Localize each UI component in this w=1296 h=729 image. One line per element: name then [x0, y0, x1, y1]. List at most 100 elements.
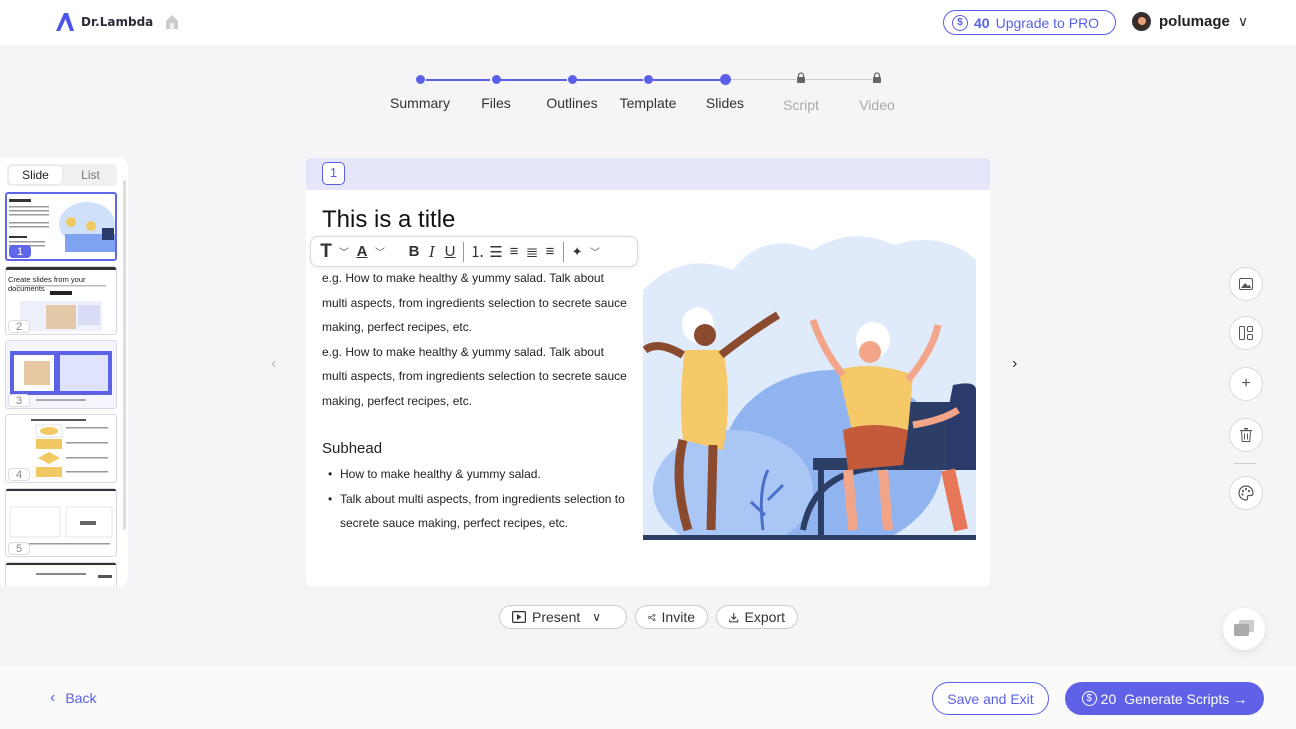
- top-bar: Dr.Lambda $ 40 Upgrade to PRO polumage ∨: [0, 0, 1296, 45]
- step-label: Outlines: [546, 95, 598, 111]
- avatar: [1132, 12, 1151, 31]
- view-toggle: Slide List: [7, 164, 117, 186]
- step-label: Script: [783, 97, 819, 113]
- invite-button[interactable]: Invite: [635, 605, 708, 629]
- slide-thumbnail-6[interactable]: [5, 562, 117, 586]
- step-label: Video: [859, 97, 895, 113]
- thumbnail-number: 4: [8, 468, 30, 481]
- step-slides[interactable]: Slides: [685, 66, 765, 111]
- back-button[interactable]: ‹ Back: [50, 689, 96, 707]
- chevron-down-icon: ∨: [592, 610, 602, 624]
- thumbnail-number: 1: [9, 245, 31, 258]
- share-icon: [648, 613, 656, 621]
- slide-number-badge: 1: [322, 162, 345, 185]
- upgrade-label: Upgrade to PRO: [995, 14, 1100, 31]
- bullet-list[interactable]: How to make healthy & yummy salad. Talk …: [328, 462, 628, 536]
- slide-title[interactable]: This is a title: [322, 206, 455, 234]
- slide-thumbnail-5[interactable]: 5: [5, 488, 117, 557]
- text-style-icon[interactable]: T: [319, 241, 333, 263]
- slide-thumbnail-2[interactable]: Create slides from your documents 2: [5, 266, 117, 335]
- next-slide-icon[interactable]: ›: [1012, 355, 1017, 373]
- slide-thumbnail-3[interactable]: 3: [5, 340, 117, 409]
- bullet-list-icon[interactable]: ☰: [489, 243, 503, 261]
- step-label: Template: [619, 95, 677, 111]
- font-color-icon[interactable]: A: [355, 243, 369, 260]
- numbered-list-icon[interactable]: ⒈: [470, 241, 485, 262]
- plus-icon: +: [1241, 375, 1251, 392]
- align-left-icon[interactable]: ≡: [543, 243, 557, 260]
- coin-icon: $: [1081, 691, 1097, 706]
- paragraph: e.g. How to make healthy & yummy salad. …: [322, 344, 627, 408]
- step-outlines[interactable]: Outlines: [532, 66, 612, 111]
- slide-body[interactable]: e.g. How to make healthy & yummy salad. …: [322, 266, 632, 414]
- coin-icon: $: [952, 14, 968, 31]
- user-menu[interactable]: polumage ∨: [1132, 12, 1248, 31]
- step-dot: [643, 75, 653, 84]
- invite-label: Invite: [661, 609, 695, 625]
- step-dot: [415, 75, 425, 84]
- step-label: Slides: [705, 95, 745, 111]
- step-label: Summary: [390, 95, 450, 111]
- progress-stepper: Summary Files Outlines Template Slides S…: [0, 66, 1296, 126]
- insert-image-button[interactable]: [1229, 267, 1263, 301]
- step-label: Files: [481, 95, 511, 111]
- step-dot: [567, 75, 577, 84]
- chevron-left-icon: ‹: [50, 689, 56, 706]
- previous-slide-icon[interactable]: ‹: [271, 355, 276, 373]
- palette-icon: [1238, 485, 1254, 501]
- slide-subhead[interactable]: Subhead: [322, 440, 382, 457]
- delete-slide-button[interactable]: [1229, 418, 1263, 452]
- credits-count: 40: [974, 14, 990, 31]
- chevron-down-icon[interactable]: ﹀: [337, 244, 351, 259]
- slide-thumbnail-1[interactable]: 1: [5, 192, 117, 261]
- slide-illustration[interactable]: [643, 230, 976, 540]
- chevron-down-icon: ∨: [1237, 13, 1249, 29]
- download-icon: [729, 612, 739, 622]
- step-summary[interactable]: Summary: [380, 66, 460, 111]
- bold-icon[interactable]: B: [407, 243, 421, 260]
- present-button[interactable]: Present ∨: [499, 605, 627, 629]
- layout-button[interactable]: [1229, 316, 1263, 350]
- ai-magic-icon[interactable]: ✦: [570, 244, 584, 260]
- export-button[interactable]: Export: [716, 605, 798, 629]
- thumbnail-number: 2: [8, 320, 30, 333]
- save-and-exit-button[interactable]: Save and Exit: [932, 682, 1049, 715]
- text-format-toolbar: T ﹀ A ﹀ B I U ⒈ ☰ ≡ ≣ ≡ ✦ ﹀: [310, 236, 638, 267]
- trash-icon: [1240, 428, 1252, 442]
- layout-icon: [1239, 326, 1253, 340]
- home-icon[interactable]: [165, 14, 179, 30]
- slide-thumbnail-4[interactable]: 4: [5, 414, 117, 483]
- upgrade-button[interactable]: $ 40 Upgrade to PRO: [943, 10, 1116, 35]
- slide-header: 1: [306, 158, 990, 190]
- generate-scripts-button[interactable]: $ 20 Generate Scripts →: [1065, 682, 1264, 715]
- add-slide-button[interactable]: +: [1229, 367, 1263, 401]
- generate-cost: 20: [1100, 690, 1117, 707]
- chevron-down-icon[interactable]: ﹀: [373, 244, 387, 259]
- tab-list[interactable]: List: [64, 164, 117, 186]
- lock-icon: [797, 72, 805, 83]
- chat-icon: [1234, 620, 1254, 636]
- scrollbar[interactable]: [123, 180, 126, 530]
- tab-slide[interactable]: Slide: [9, 166, 62, 184]
- play-icon: [512, 611, 526, 623]
- brand-logo[interactable]: Dr.Lambda: [55, 12, 153, 32]
- brand-name: Dr.Lambda: [81, 15, 154, 29]
- arrow-right-icon: →: [1233, 690, 1248, 707]
- present-label: Present: [532, 609, 581, 625]
- theme-palette-button[interactable]: [1229, 476, 1263, 510]
- step-dot: [719, 74, 731, 85]
- step-template[interactable]: Template: [608, 66, 688, 111]
- tools-divider: [1234, 463, 1256, 464]
- list-item: Talk about multi aspects, from ingredien…: [328, 487, 628, 536]
- align-right-icon[interactable]: ≡: [507, 243, 521, 260]
- step-files[interactable]: Files: [456, 66, 536, 111]
- list-item: How to make healthy & yummy salad.: [328, 462, 628, 487]
- underline-icon[interactable]: U: [443, 243, 457, 260]
- chevron-down-icon[interactable]: ﹀: [588, 244, 602, 259]
- username: polumage: [1159, 13, 1230, 30]
- italic-icon[interactable]: I: [425, 243, 439, 261]
- align-justify-icon[interactable]: ≣: [525, 243, 539, 261]
- slide-editor[interactable]: 1 This is a title T ﹀ A ﹀ B I U ⒈ ☰ ≡ ≣ …: [306, 158, 990, 586]
- chat-button[interactable]: [1223, 608, 1265, 650]
- generate-label: Generate Scripts: [1124, 690, 1230, 707]
